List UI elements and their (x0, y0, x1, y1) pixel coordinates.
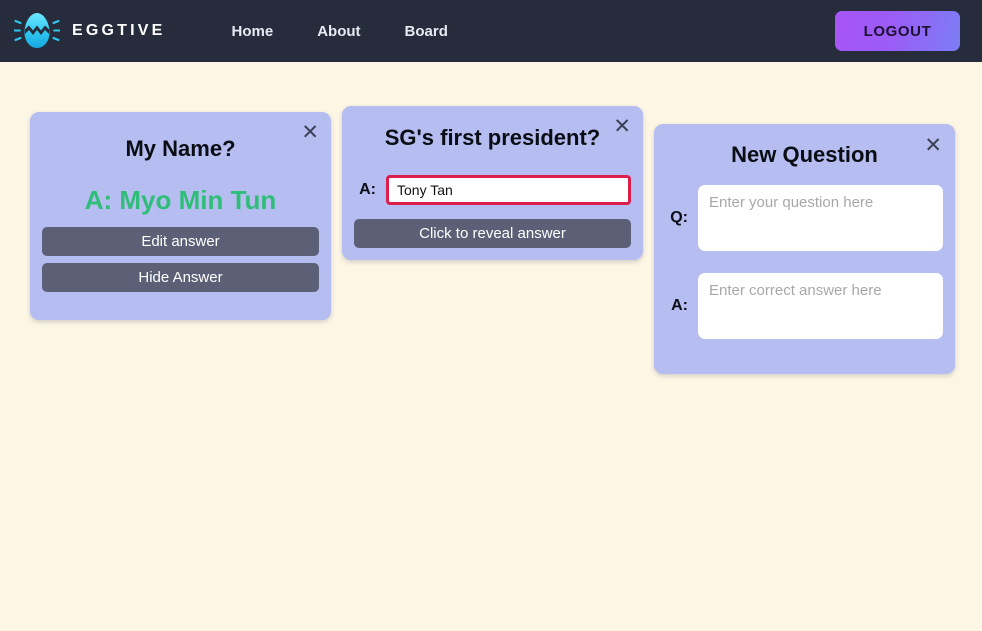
close-icon[interactable]: ✕ (297, 120, 323, 145)
main-navigation: Home About Board (232, 15, 448, 48)
card-title: My Name? (125, 136, 236, 161)
question-board: ✕ My Name? A: Myo Min Tun Edit answer Hi… (0, 62, 982, 374)
revealed-answer: A: Myo Min Tun (84, 185, 277, 216)
nav-link-about[interactable]: About (317, 15, 360, 48)
answer-input[interactable] (386, 175, 631, 206)
edit-answer-button[interactable]: Edit answer (42, 226, 319, 256)
cracked-egg-icon (14, 13, 60, 48)
question-card-answered: ✕ My Name? A: Myo Min Tun Edit answer Hi… (30, 112, 331, 320)
nav-link-home[interactable]: Home (232, 15, 274, 48)
answer-row: A: (354, 175, 631, 206)
question-row: Q: (666, 185, 943, 252)
card-title: New Question (731, 142, 878, 167)
top-navbar: EGGTIVE Home About Board LOGOUT (0, 0, 982, 62)
logout-button[interactable]: LOGOUT (835, 11, 960, 51)
nav-link-board[interactable]: Board (405, 15, 448, 48)
reveal-answer-button[interactable]: Click to reveal answer (354, 219, 631, 249)
question-label: Q: (670, 209, 688, 227)
close-icon[interactable]: ✕ (609, 114, 635, 139)
new-question-card: ✕ New Question Q: A: (654, 124, 955, 374)
brand-name: EGGTIVE (72, 22, 166, 39)
question-card-guessing: ✕ SG's first president? A: Click to reve… (342, 106, 643, 260)
answer-row: A: (666, 273, 943, 340)
answer-label: A: (671, 297, 688, 315)
brand[interactable]: EGGTIVE (14, 10, 166, 52)
answer-label: A: (359, 181, 376, 199)
question-input[interactable] (698, 185, 943, 252)
hide-answer-button[interactable]: Hide Answer (42, 262, 319, 292)
answer-input[interactable] (698, 273, 943, 340)
card-title: SG's first president? (384, 125, 601, 150)
close-icon[interactable]: ✕ (920, 133, 946, 158)
